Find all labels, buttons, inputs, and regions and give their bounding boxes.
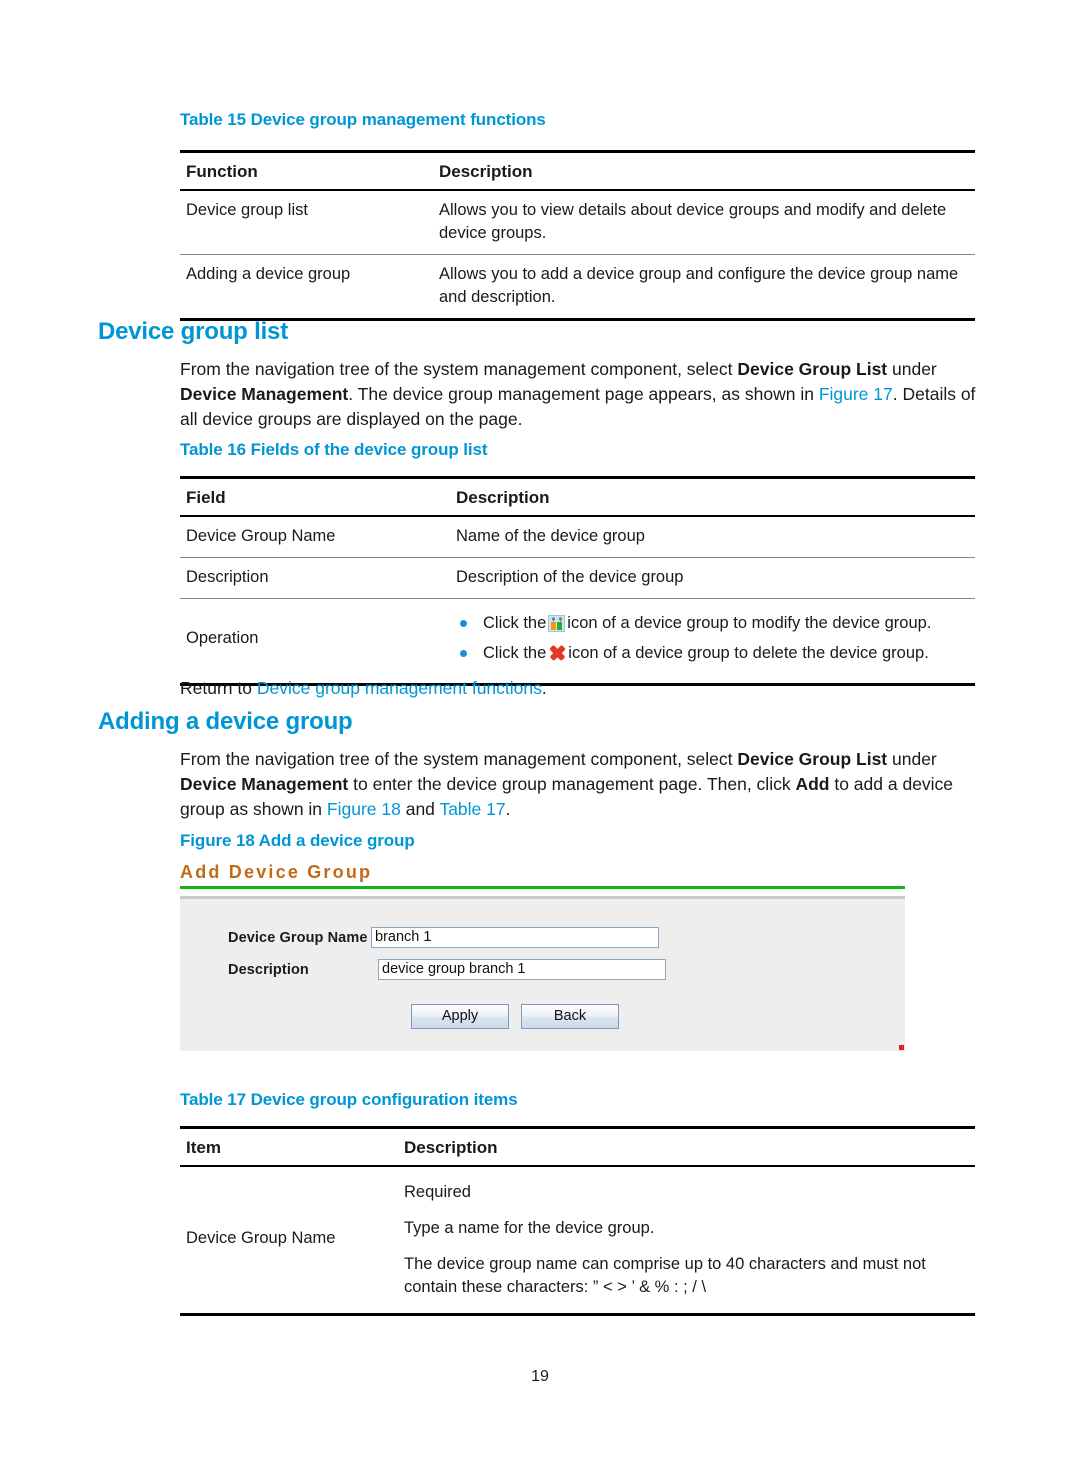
table-16: Field Description Device Group Name Name…: [180, 476, 975, 686]
link-table-17[interactable]: Table 17: [439, 799, 505, 819]
table-15-header-description: Description: [433, 151, 975, 191]
bullet-dot-icon: [460, 620, 467, 627]
para2-part6: .: [505, 799, 511, 819]
screenshot-form-panel: Device Group Name Description Apply Back: [180, 896, 905, 1051]
table-17-caption: Table 17 Device group configuration item…: [180, 1090, 518, 1109]
para2-part3: to enter the device group management pag…: [348, 774, 796, 794]
bullet-delete-after: icon of a device group to delete the dev…: [568, 644, 929, 662]
table-16-cell-operation-bullets: Click the icon of a device group to modif…: [450, 598, 975, 686]
table-row: Device Group Name Name of the device gro…: [180, 516, 975, 558]
table-16-caption: Table 16 Fields of the device group list: [180, 440, 488, 459]
link-figure-18[interactable]: Figure 18: [327, 799, 401, 819]
para1-part3: . The device group management page appea…: [348, 384, 819, 404]
para2-part2: under: [887, 749, 937, 769]
bullet-delete-before: Click the: [483, 644, 547, 662]
return-prefix: Return to: [180, 678, 257, 698]
table-16-cell-description-1: Description of the device group: [450, 557, 975, 599]
modify-device-group-icon[interactable]: [548, 615, 566, 632]
table-15: Function Description Device group list A…: [180, 150, 975, 321]
table-row: Adding a device group Allows you to add …: [180, 254, 975, 321]
screenshot-corner-mark: [899, 1045, 904, 1050]
bullet-text-modify: Click the icon of a device group to modif…: [483, 611, 931, 635]
para2-bold2: Device Management: [180, 774, 349, 794]
table-16-header-field: Field: [180, 477, 450, 517]
return-suffix: .: [541, 678, 547, 698]
para1-part1: From the navigation tree of the system m…: [180, 359, 738, 379]
table-15-caption: Table 15 Device group management functio…: [180, 110, 546, 129]
table-row: Device Group Name Required Type a name f…: [180, 1166, 975, 1316]
apply-button[interactable]: Apply: [411, 1004, 509, 1029]
table-17-line-1: Type a name for the device group.: [404, 1219, 655, 1237]
return-to-line: Return to Device group management functi…: [180, 676, 547, 701]
paragraph-adding-a-device-group: From the navigation tree of the system m…: [180, 747, 980, 822]
input-device-group-name[interactable]: [371, 927, 659, 948]
table-15-cell-function-0[interactable]: Device group list: [180, 190, 433, 255]
figure-18-screenshot: Add Device Group Device Group Name Descr…: [180, 862, 905, 1051]
para2-part5: and: [400, 799, 440, 819]
table-17-header-description: Description: [398, 1127, 975, 1167]
table-17-cell-description: Required Type a name for the device grou…: [398, 1166, 975, 1316]
label-description: Description: [228, 961, 309, 978]
para2-bold3: Add: [795, 774, 830, 794]
table-16-cell-field-1: Description: [180, 557, 450, 599]
para1-bold2: Device Management: [180, 384, 349, 404]
table-row: Device group list Allows you to view det…: [180, 190, 975, 255]
table-16-cell-field-operation: Operation: [180, 598, 450, 686]
bullet-dot-icon: [460, 650, 467, 657]
screenshot-button-bar: Apply Back: [411, 1004, 619, 1029]
table-16-cell-field-0: Device Group Name: [180, 516, 450, 558]
table-16-header-description: Description: [450, 477, 975, 517]
list-item: Click the icon of a device group to modif…: [456, 611, 971, 635]
table-15-cell-function-1[interactable]: Adding a device group: [180, 254, 433, 321]
document-page: Table 15 Device group management functio…: [0, 0, 1080, 1466]
table-17-header-item: Item: [180, 1127, 398, 1167]
label-device-group-name: Device Group Name: [228, 929, 368, 946]
para1-bold1: Device Group List: [737, 359, 888, 379]
table-15-cell-description-0: Allows you to view details about device …: [433, 190, 975, 255]
heading-adding-a-device-group: Adding a device group: [98, 708, 353, 735]
screenshot-panel-title: Add Device Group: [180, 862, 373, 882]
figure-18-caption: Figure 18 Add a device group: [180, 831, 415, 850]
table-15-header-function: Function: [180, 151, 433, 191]
back-button[interactable]: Back: [521, 1004, 619, 1029]
delete-device-group-icon[interactable]: [549, 645, 565, 661]
link-device-group-management-functions[interactable]: Device group management functions: [257, 678, 542, 698]
para2-part1: From the navigation tree of the system m…: [180, 749, 738, 769]
bullet-text-delete: Click the icon of a device group to delet…: [483, 641, 929, 665]
form-row-device-group-name: Device Group Name: [228, 927, 659, 948]
table-16-cell-description-0: Name of the device group: [450, 516, 975, 558]
paragraph-device-group-list: From the navigation tree of the system m…: [180, 357, 980, 432]
table-17-cell-item: Device Group Name: [180, 1166, 398, 1316]
para1-part2: under: [887, 359, 937, 379]
bullet-modify-after: icon of a device group to modify the dev…: [567, 614, 932, 632]
table-row: Operation Click the icon of a device grou…: [180, 598, 975, 686]
table-15-cell-description-1: Allows you to add a device group and con…: [433, 254, 975, 321]
input-description[interactable]: [378, 959, 666, 980]
page-number: 19: [531, 1368, 549, 1385]
para2-bold1: Device Group List: [737, 749, 888, 769]
table-17-line-2: The device group name can comprise up to…: [404, 1255, 926, 1296]
link-figure-17[interactable]: Figure 17: [819, 384, 893, 404]
heading-device-group-list: Device group list: [98, 318, 288, 345]
bullet-modify-before: Click the: [483, 614, 547, 632]
list-item: Click the icon of a device group to delet…: [456, 641, 971, 665]
screenshot-gap: [180, 889, 905, 896]
table-row: Description Description of the device gr…: [180, 557, 975, 599]
table-17: Item Description Device Group Name Requi…: [180, 1126, 975, 1316]
form-row-description: Description: [228, 959, 666, 980]
table-17-line-0: Required: [404, 1183, 471, 1201]
